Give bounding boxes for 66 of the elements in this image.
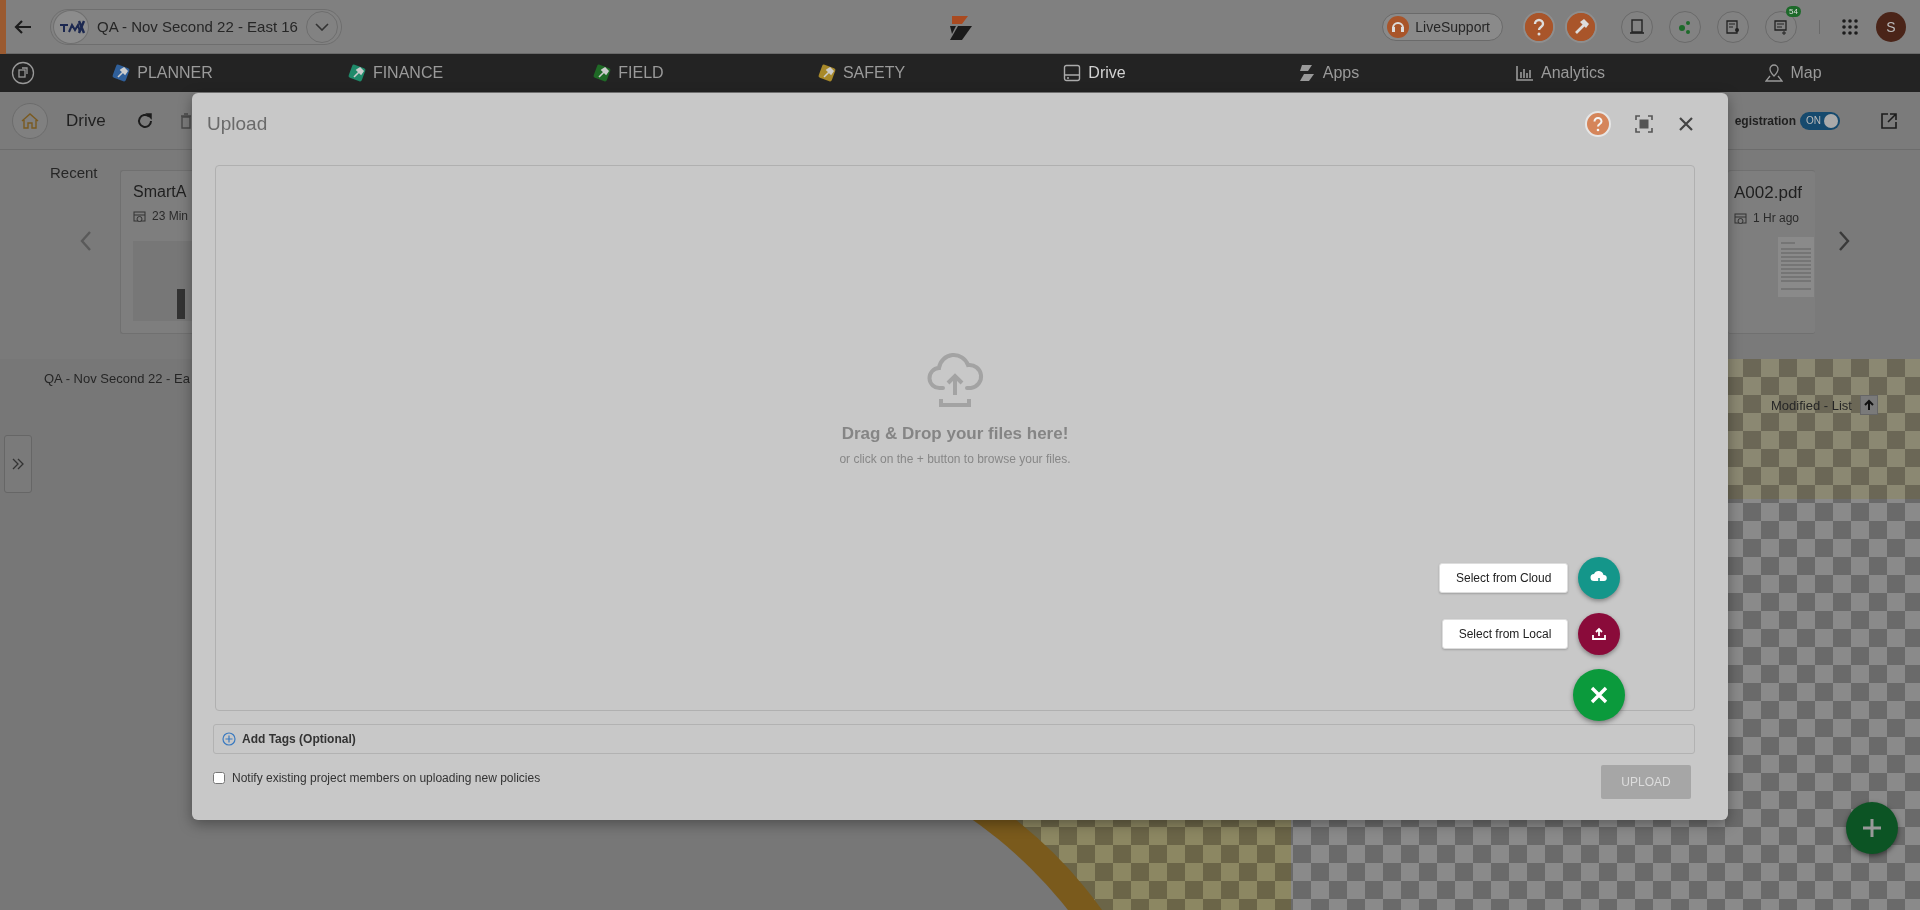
nav-tab[interactable]: FINANCE: [279, 54, 512, 92]
breadcrumb[interactable]: QA - Nov Second 22 - Ea: [44, 371, 190, 386]
sort-label[interactable]: Modified - List: [1771, 397, 1852, 413]
close-menu-button[interactable]: [1573, 669, 1626, 721]
project-name: QA - Nov Second 22 - East 16: [97, 18, 298, 35]
tablet-icon[interactable]: [1621, 10, 1653, 43]
nav-tab[interactable]: SAFETY: [745, 54, 978, 92]
file-card[interactable]: A002.pdf 1 Hr ago: [1728, 170, 1815, 334]
nav-tab[interactable]: FIELD: [512, 54, 745, 92]
chevron-right-icon[interactable]: [1838, 230, 1850, 252]
trash-icon[interactable]: [179, 112, 192, 129]
recent-label: Recent: [50, 164, 98, 181]
notify-label: Notify existing project members on uploading new policies: [232, 771, 541, 785]
fullscreen-icon[interactable]: [1635, 115, 1653, 133]
apps-grid-icon[interactable]: [1842, 18, 1858, 35]
close-icon[interactable]: [1679, 117, 1693, 131]
arrow-up-icon: [1862, 399, 1875, 411]
file-name: A002.pdf: [1734, 183, 1804, 203]
notification-badge: 54: [1786, 5, 1801, 17]
dialog-title: Upload: [207, 113, 268, 135]
drive-title: Drive: [66, 110, 106, 131]
nav-tab[interactable]: Map: [1677, 54, 1910, 92]
file-time: 23 Min: [152, 209, 189, 223]
house-icon: [20, 110, 40, 131]
plus-icon: [1861, 817, 1883, 839]
live-support-button[interactable]: LiveSupport: [1382, 12, 1503, 41]
user-avatar[interactable]: S: [1876, 11, 1906, 42]
cloud-upload-button[interactable]: [1578, 557, 1621, 599]
add-tags-label: Add Tags (Optional): [242, 732, 356, 746]
switch-icon[interactable]: [11, 61, 35, 85]
double-chevron-icon: [12, 458, 24, 470]
file-card[interactable]: SmartA 23 Min: [120, 170, 192, 334]
bar-chart-icon: [1516, 65, 1534, 81]
drop-hint: or click on the + button to browse your files.: [839, 452, 1071, 466]
hammer-icon[interactable]: [1565, 10, 1597, 43]
nav-tab[interactable]: Apps: [1211, 54, 1444, 92]
map-pin-icon: [1765, 64, 1784, 82]
back-arrow-icon[interactable]: [14, 18, 32, 35]
refresh-icon[interactable]: [135, 111, 154, 130]
notify-checkbox[interactable]: [213, 772, 225, 784]
nav-tab[interactable]: Analytics: [1444, 54, 1677, 92]
drive-icon: [1063, 64, 1082, 82]
file-name: SmartA: [133, 183, 188, 201]
project-selector[interactable]: QA - Nov Second 22 - East 16: [50, 8, 342, 45]
drop-title: Drag & Drop your files here!: [841, 424, 1069, 444]
add-tags-bar[interactable]: Add Tags (Optional): [213, 724, 1695, 754]
calendar-clock-icon: [133, 209, 146, 223]
headset-icon: [1387, 15, 1410, 38]
action-label[interactable]: Select from Cloud: [1439, 563, 1569, 593]
company-logo-icon: [53, 9, 89, 44]
local-upload-button[interactable]: [1578, 613, 1621, 655]
registration-toggle[interactable]: ON: [1800, 111, 1840, 130]
calendar-clock-icon: [1734, 211, 1747, 225]
cloud-upload-icon: [926, 350, 984, 408]
add-circle-icon: [222, 732, 236, 746]
document-user-icon[interactable]: [1717, 10, 1749, 43]
close-icon: [1590, 686, 1609, 704]
external-link-icon[interactable]: [1880, 111, 1898, 130]
list-add-icon: [1773, 18, 1789, 35]
action-label[interactable]: Select from Local: [1441, 619, 1569, 649]
registration-label: egistration: [1734, 113, 1796, 128]
nav-tab[interactable]: Drive: [978, 54, 1211, 92]
nav-tab[interactable]: PLANNER: [46, 54, 279, 92]
file-time: 1 Hr ago: [1753, 211, 1800, 225]
help-icon[interactable]: [1523, 10, 1555, 43]
upload-icon: [1591, 627, 1608, 641]
